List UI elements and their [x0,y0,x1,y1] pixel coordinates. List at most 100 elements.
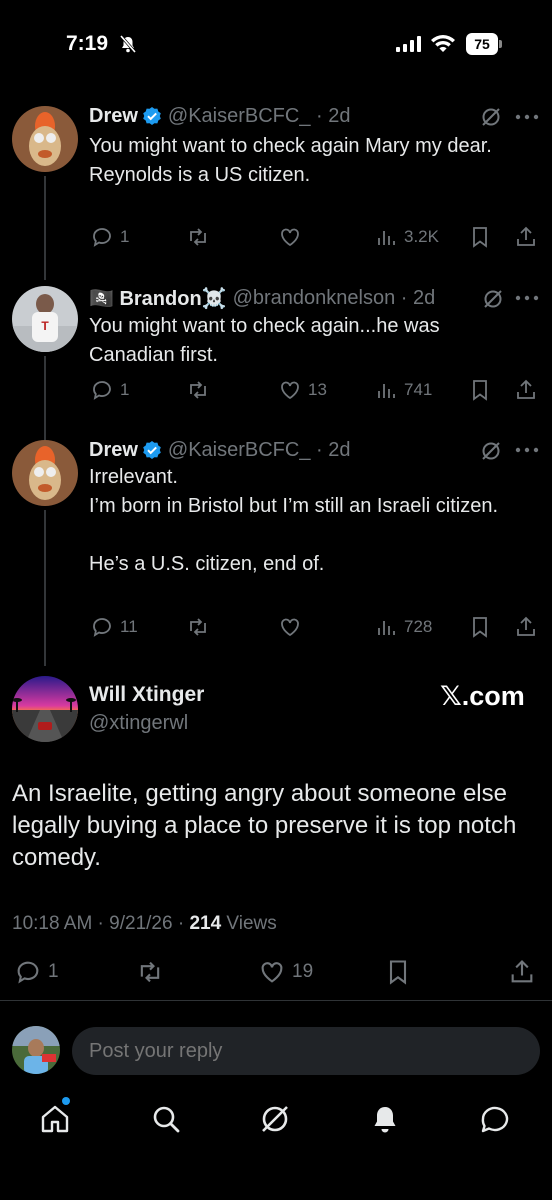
nav-home[interactable] [38,1102,72,1136]
wifi-icon [431,35,455,52]
notification-dot [62,1097,70,1105]
views-icon [378,621,395,635]
status-time: 7:19 [66,32,109,55]
share-button[interactable] [508,958,536,986]
reply-header: 🏴‍☠️ Brandon☠️ @brandonknelson · 2d [89,284,435,312]
views-button[interactable]: 741 [374,378,432,402]
grok-icon[interactable] [482,288,504,310]
views-label: Views [221,913,277,934]
repost-button[interactable] [186,615,210,639]
reply-actions: 1 3.2K [0,225,552,255]
reply-button[interactable]: 1 [90,378,129,402]
more-icon[interactable] [514,294,540,302]
tweet-meta: 10:18 AM · 9/21/26 · 214 Views [12,913,277,935]
heart-icon [281,381,299,400]
nav-notifications[interactable] [368,1102,402,1136]
author-name[interactable]: Drew [89,105,138,128]
bookmark-icon [389,960,407,985]
like-button[interactable]: 13 [278,378,327,402]
user-avatar[interactable] [12,1026,60,1074]
search-icon [153,1106,180,1133]
reply-actions: 1 13 741 [0,378,552,408]
views-count[interactable]: 214 [189,913,221,934]
avatar[interactable]: T [12,286,78,352]
author-handle[interactable]: @KaiserBCFC_ · 2d [168,105,351,128]
reply-icon [17,961,39,984]
repost-button[interactable] [186,378,210,402]
like-button[interactable]: 19 [258,958,313,986]
more-icon[interactable] [514,446,540,454]
avatar[interactable] [12,676,78,742]
repost-button[interactable] [186,225,210,249]
battery-indicator: 75 [466,33,502,55]
avatar[interactable] [12,106,78,172]
reply-text: You might want to check again Mary my de… [89,135,492,186]
reply-icon [93,381,111,400]
nav-messages[interactable] [478,1102,512,1136]
more-icon[interactable] [514,113,540,121]
bookmark-icon [473,227,487,248]
reply-button[interactable]: 1 [90,225,129,249]
author-handle[interactable]: @KaiserBCFC_ · 2d [168,439,351,462]
messages-icon [481,1106,509,1133]
signal-icon [396,36,421,52]
reply-header: Drew @KaiserBCFC_ · 2d [89,436,350,464]
author-name[interactable]: Drew [89,439,138,462]
share-icon [517,226,535,246]
avatar[interactable] [12,440,78,506]
views-button[interactable]: 3.2K [374,225,439,249]
heart-icon [281,228,299,247]
views-icon [378,231,395,245]
repost-icon [190,381,206,399]
bottom-nav [0,1090,552,1150]
reply-header: Drew @KaiserBCFC_ · 2d [89,102,350,130]
grok-icon[interactable] [480,106,502,128]
share-button[interactable] [514,225,538,249]
reply-button[interactable]: 11 [90,615,138,639]
repost-icon [190,618,206,636]
share-button[interactable] [514,615,538,639]
bookmark-button[interactable] [468,225,492,249]
like-button[interactable] [278,225,302,249]
nav-search[interactable] [149,1102,183,1136]
tweet-actions: 1 19 [0,958,552,988]
bookmark-button[interactable] [384,958,412,986]
bookmark-button[interactable] [468,615,492,639]
svg-text:T: T [41,319,49,333]
like-button[interactable] [278,615,302,639]
reply-button[interactable]: 1 [14,958,59,986]
share-icon [511,960,533,983]
repost-icon [140,961,160,983]
verified-badge-icon [143,441,161,459]
bookmark-icon [473,380,487,401]
tweet-text: An Israelite, getting angry about someon… [12,780,517,871]
battery-level: 75 [466,33,498,55]
author-handle[interactable]: @brandonknelson · 2d [233,287,436,310]
verified-badge-icon [143,107,161,125]
mute-bell-icon [119,35,137,53]
reply-text: Irrelevant. I’m born in Bristol but I’m … [89,466,499,575]
author-name[interactable]: Will Xtinger [89,683,204,707]
grok-icon [262,1106,288,1132]
views-icon [378,384,395,398]
tweet-timestamp: 10:18 AM · 9/21/26 · [12,913,190,934]
share-icon [517,616,535,636]
bookmark-button[interactable] [468,378,492,402]
reply-icon [93,618,111,637]
repost-button[interactable] [136,958,164,986]
status-bar: 7:19 75 [0,0,552,90]
divider [0,1000,552,1001]
share-button[interactable] [514,378,538,402]
author-handle[interactable]: @xtingerwl [89,712,188,735]
author-name[interactable]: 🏴‍☠️ Brandon☠️ [89,286,227,311]
nav-grok[interactable] [258,1102,292,1136]
repost-icon [190,228,206,246]
home-icon [41,1105,69,1133]
reply-icon [93,228,111,247]
reply-input[interactable] [72,1027,540,1075]
bookmark-icon [473,617,487,638]
share-icon [517,379,535,399]
grok-icon[interactable] [480,440,502,462]
heart-icon [281,618,299,637]
views-button[interactable]: 728 [374,615,432,639]
